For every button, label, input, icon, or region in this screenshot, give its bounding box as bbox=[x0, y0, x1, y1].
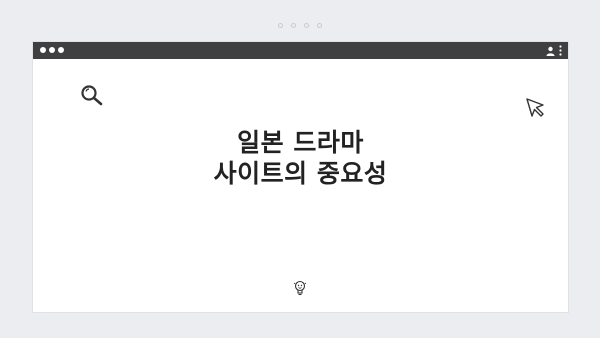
window-dot[interactable] bbox=[40, 47, 46, 53]
page-title: 일본 드라마 사이트의 중요성 bbox=[33, 127, 568, 189]
cursor-icon bbox=[525, 97, 547, 123]
search-icon[interactable] bbox=[80, 84, 104, 110]
page-title-line-2: 사이트의 중요성 bbox=[213, 159, 388, 188]
browser-window: 일본 드라마 사이트의 중요성 bbox=[32, 41, 569, 313]
window-dot[interactable] bbox=[58, 47, 64, 53]
dot bbox=[317, 23, 322, 28]
dot bbox=[304, 23, 309, 28]
window-dot[interactable] bbox=[49, 47, 55, 53]
titlebar-controls bbox=[546, 45, 562, 56]
user-icon[interactable] bbox=[546, 46, 555, 56]
kebab-menu-icon[interactable] bbox=[559, 45, 562, 56]
page-title-line-1: 일본 드라마 bbox=[237, 128, 364, 157]
pagination-dots-icon bbox=[0, 23, 600, 28]
lightbulb-icon bbox=[293, 280, 307, 300]
dot bbox=[278, 23, 283, 28]
dot bbox=[291, 23, 296, 28]
window-titlebar bbox=[33, 42, 568, 59]
window-dots-icon[interactable] bbox=[40, 47, 64, 53]
